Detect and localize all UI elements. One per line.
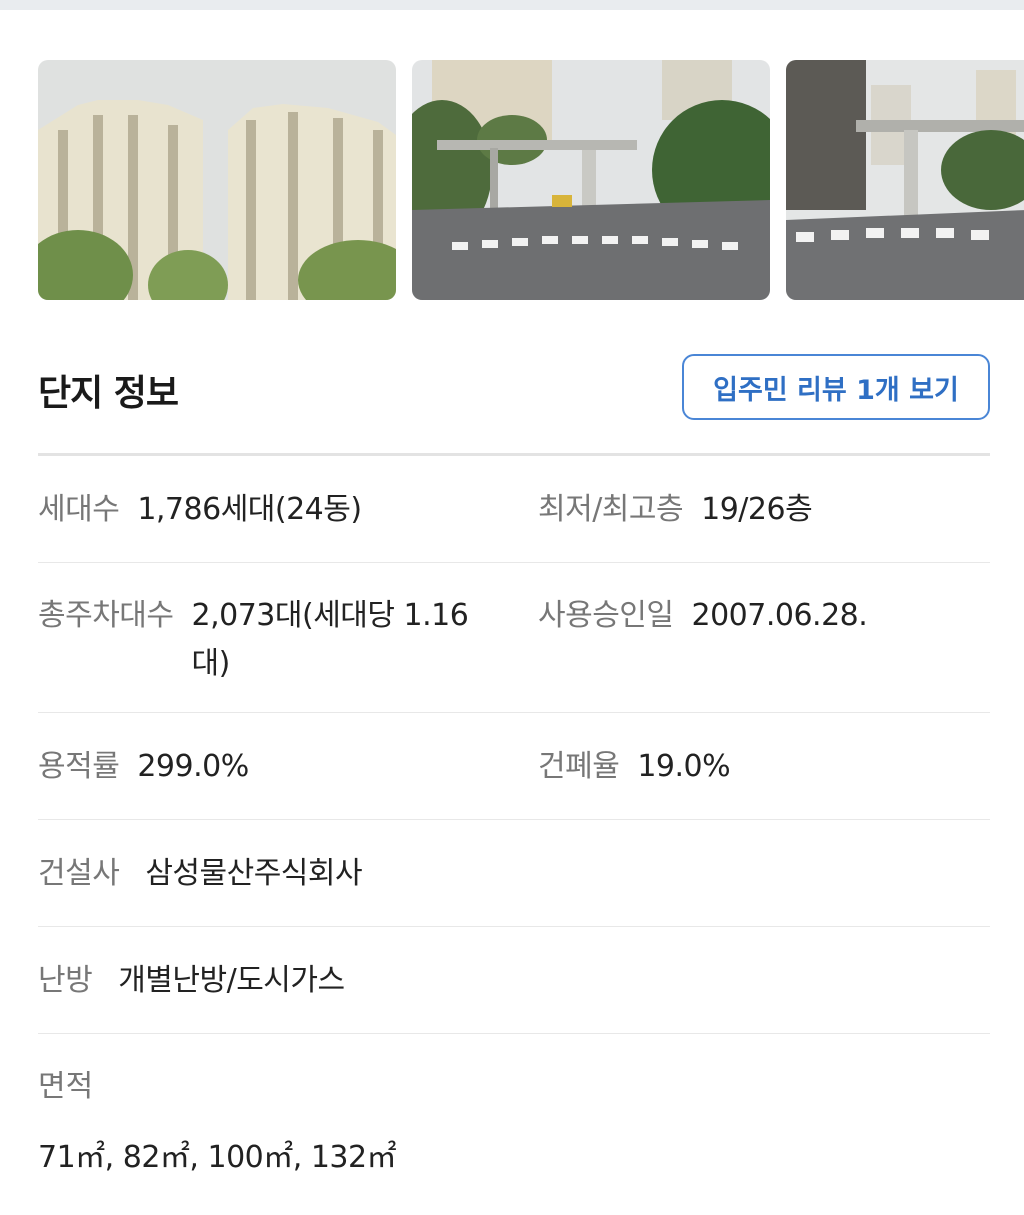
approval-date-value: 2007.06.28. bbox=[691, 598, 868, 633]
floor-area-ratio-label: 용적률 bbox=[38, 749, 120, 784]
floors-cell: 최저/최고층 19/26층 bbox=[538, 486, 990, 534]
building-coverage-label: 건폐율 bbox=[538, 749, 620, 784]
section-title: 단지 정보 bbox=[38, 373, 179, 414]
floors-value: 19/26층 bbox=[701, 492, 813, 527]
parking-value: 2,073대(세대당 1.16 대) bbox=[192, 592, 469, 688]
builder-value: 삼성물산주식회사 bbox=[145, 856, 363, 891]
resident-review-button[interactable]: 입주민 리뷰 1개 보기 bbox=[682, 354, 990, 420]
building-coverage-cell: 건폐율 19.0% bbox=[538, 743, 990, 791]
builder-label: 건설사 bbox=[38, 856, 120, 891]
building-coverage-value: 19.0% bbox=[637, 749, 731, 784]
photo-carousel[interactable] bbox=[38, 60, 1024, 300]
photo-street-entrance[interactable] bbox=[786, 60, 1024, 300]
header-divider bbox=[38, 453, 990, 456]
floor-area-ratio-cell: 용적률 299.0% bbox=[38, 743, 528, 791]
parking-value-line1: 2,073대(세대당 1.16 bbox=[191, 598, 469, 633]
floor-area-ratio-value: 299.0% bbox=[137, 749, 249, 784]
info-row-builder: 건설사 삼성물산주식회사 bbox=[38, 850, 990, 927]
top-strip bbox=[0, 0, 1024, 10]
info-row-households: 세대수 1,786세대(24동) 최저/최고층 19/26층 bbox=[38, 486, 990, 563]
parking-value-line2: 대) bbox=[191, 646, 231, 681]
area-label: 면적 bbox=[38, 1069, 94, 1104]
area-value: 71㎡, 82㎡, 100㎡, 132㎡ bbox=[38, 1140, 397, 1175]
floors-label: 최저/최고층 bbox=[538, 492, 684, 527]
info-row-parking: 총주차대수 2,073대(세대당 1.16 대) 사용승인일 2007.06.2… bbox=[38, 592, 990, 713]
heating-value: 개별난방/도시가스 bbox=[118, 963, 345, 998]
households-value: 1,786세대(24동) bbox=[137, 492, 362, 527]
households-label: 세대수 bbox=[38, 492, 120, 527]
households-cell: 세대수 1,786세대(24동) bbox=[38, 486, 528, 534]
section-header: 단지 정보 입주민 리뷰 1개 보기 bbox=[38, 352, 990, 422]
approval-date-label: 사용승인일 bbox=[538, 598, 674, 633]
photo-entrance-gate[interactable] bbox=[412, 60, 770, 300]
builder-cell: 건설사 삼성물산주식회사 bbox=[38, 850, 990, 898]
heating-cell: 난방 개별난방/도시가스 bbox=[38, 957, 990, 1005]
parking-label: 총주차대수 bbox=[38, 598, 174, 633]
approval-date-cell: 사용승인일 2007.06.28. bbox=[538, 592, 990, 640]
parking-cell: 총주차대수 2,073대(세대당 1.16 대) bbox=[38, 592, 528, 688]
info-row-heating: 난방 개별난방/도시가스 bbox=[38, 957, 990, 1034]
heating-label: 난방 bbox=[38, 963, 93, 998]
info-row-ratios: 용적률 299.0% 건폐율 19.0% bbox=[38, 743, 990, 820]
photo-apartment-towers[interactable] bbox=[38, 60, 396, 300]
